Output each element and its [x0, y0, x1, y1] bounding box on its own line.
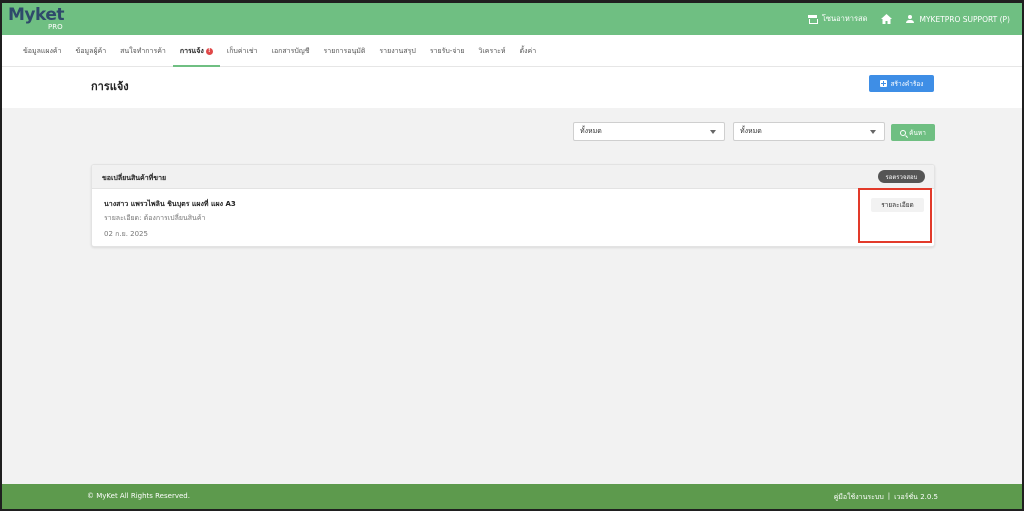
- menu-item-label: การแจ้ง: [179, 46, 204, 55]
- menu-item-approvals[interactable]: รายการอนุมัติ: [317, 35, 373, 67]
- filter-select-2[interactable]: ทั้งหมด: [733, 122, 885, 141]
- footer: © MyKet All Rights Reserved. คู่มือใช้งา…: [2, 484, 1022, 509]
- request-detail-text: รายละเอียด: ต้องการเปลี่ยนสินค้า: [104, 214, 206, 222]
- menu-item-label: ตั้งค่า: [519, 46, 537, 55]
- menu-item-label: เอกสารบัญชี: [271, 46, 310, 55]
- menu-item-reports[interactable]: รายงานสรุป: [372, 35, 422, 67]
- user-menu[interactable]: MYKETPRO SUPPORT (P): [906, 15, 1010, 24]
- menu-list: ข้อมูลแผงค้า ข้อมูลผู้ค้า สนใจทำการค้า ก…: [16, 35, 543, 67]
- menu-item-label: ข้อมูลผู้ค้า: [75, 46, 107, 55]
- home-button[interactable]: [881, 14, 893, 24]
- page-header: การแจ้ง สร้างคำร้อง: [2, 67, 1022, 108]
- plus-icon: [879, 80, 887, 87]
- user-icon: [906, 15, 915, 23]
- version-text: เวอร์ชั่น 2.0.5: [894, 493, 938, 501]
- menu-item-interested[interactable]: สนใจทำการค้า: [113, 35, 173, 67]
- copyright-text: © MyKet All Rights Reserved.: [87, 492, 190, 500]
- requester-name: นางสาว แพรวไพลิน ชินบุตร แผงที่ แผง A3: [104, 200, 236, 208]
- menu-item-label: รายรับ-จ่าย: [429, 46, 465, 55]
- menu-item-analytics[interactable]: วิเคราะห์: [471, 35, 512, 67]
- create-request-label: สร้างคำร้อง: [890, 79, 924, 88]
- menu-item-label: รายงานสรุป: [379, 46, 416, 55]
- myket-logo[interactable]: Myket PRO: [8, 5, 68, 33]
- logo-sub: PRO: [48, 23, 63, 31]
- footer-separator: |: [887, 492, 891, 500]
- menu-item-label: รายการอนุมัติ: [323, 46, 366, 55]
- store-link[interactable]: โซนอาหารสด: [807, 13, 868, 25]
- footer-links: คู่มือใช้งานระบบ | เวอร์ชั่น 2.0.5: [834, 492, 938, 503]
- main-menu: ข้อมูลแผงค้า ข้อมูลผู้ค้า สนใจทำการค้า ก…: [2, 35, 1022, 67]
- app-window: Myket PRO โซนอาหารสด MYKETPRO SUPPORT (P…: [0, 0, 1024, 511]
- top-bar: Myket PRO โซนอาหารสด MYKETPRO SUPPORT (P…: [2, 3, 1022, 35]
- top-bar-actions: โซนอาหารสด MYKETPRO SUPPORT (P): [807, 3, 1010, 35]
- highlight-box: [858, 188, 932, 243]
- menu-item-label: ข้อมูลแผงค้า: [23, 46, 62, 55]
- store-label: โซนอาหารสด: [821, 14, 868, 23]
- request-card: ขอเปลี่ยนสินค้าที่ขาย รอตรวจสอบ นางสาว แ…: [91, 164, 935, 247]
- search-icon: [900, 129, 907, 136]
- menu-item-vendors[interactable]: ข้อมูลผู้ค้า: [69, 35, 114, 67]
- menu-item-stalls[interactable]: ข้อมูลแผงค้า: [16, 35, 69, 67]
- filter-select-2-value: ทั้งหมด: [740, 127, 762, 135]
- menu-item-label: สนใจทำการค้า: [120, 46, 166, 55]
- filter-select-1-value: ทั้งหมด: [580, 127, 602, 135]
- user-label: MYKETPRO SUPPORT (P): [919, 14, 1010, 24]
- search-button-label: ค้นหา: [909, 128, 926, 137]
- status-badge: รอตรวจสอบ: [878, 170, 925, 183]
- page-title: การแจ้ง: [91, 80, 129, 93]
- menu-item-accounting[interactable]: เอกสารบัญชี: [265, 35, 317, 67]
- search-button[interactable]: ค้นหา: [891, 124, 935, 141]
- menu-item-label: วิเคราะห์: [478, 46, 506, 55]
- manual-link[interactable]: คู่มือใช้งานระบบ: [834, 492, 884, 503]
- request-date: 02 ก.ย. 2025: [104, 230, 148, 238]
- request-type-title: ขอเปลี่ยนสินค้าที่ขาย: [102, 174, 167, 182]
- menu-item-label: เก็บค่าเช่า: [226, 46, 258, 55]
- chevron-down-icon: [710, 130, 716, 134]
- alert-badge: !: [205, 47, 213, 55]
- home-icon: [881, 14, 893, 24]
- request-card-header: ขอเปลี่ยนสินค้าที่ขาย รอตรวจสอบ: [92, 165, 934, 189]
- menu-item-rent[interactable]: เก็บค่าเช่า: [220, 35, 265, 67]
- menu-item-settings[interactable]: ตั้งค่า: [513, 35, 544, 67]
- store-icon: [807, 15, 818, 24]
- menu-item-income-expense[interactable]: รายรับ-จ่าย: [423, 35, 472, 67]
- logo-text: Myket: [8, 5, 65, 25]
- create-request-button[interactable]: สร้างคำร้อง: [869, 75, 934, 92]
- menu-item-notifications[interactable]: การแจ้ง !: [172, 35, 220, 67]
- filter-select-1[interactable]: ทั้งหมด: [573, 122, 725, 141]
- chevron-down-icon: [870, 130, 876, 134]
